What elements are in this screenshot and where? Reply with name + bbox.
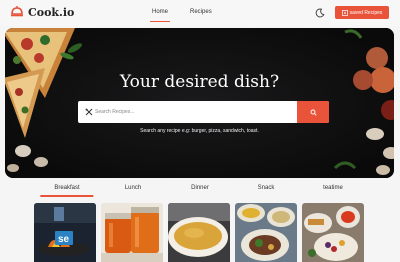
hero-title: Your desired dish? [119, 72, 280, 92]
search-hint: Search any recipe e.g: burger, pizza, sa… [140, 128, 259, 134]
recipe-card-image [302, 203, 364, 262]
chef-hat-icon [11, 6, 23, 17]
recipe-card-image [168, 203, 230, 262]
recipe-card[interactable]: se [34, 203, 96, 262]
recipe-card-image [235, 203, 297, 262]
tab-snack[interactable]: Snack [258, 185, 275, 191]
cutlery-icon [85, 108, 93, 116]
top-header: Cook.io Home Recipes saved Recipes [0, 0, 400, 26]
logo-text: Cook.io [28, 5, 75, 19]
recipe-card[interactable] [302, 203, 364, 262]
nav-home[interactable]: Home [149, 9, 171, 22]
search-button[interactable] [297, 101, 329, 123]
recipe-card-image: se [34, 203, 96, 262]
meal-type-tabs: Breakfast Lunch Dinner Snack teatime [0, 183, 400, 199]
moon-icon[interactable] [315, 8, 325, 18]
recipe-card-image [101, 203, 163, 262]
recipe-card[interactable] [101, 203, 163, 262]
saved-recipes-label: saved Recipes [349, 9, 383, 16]
search-icon [310, 109, 317, 116]
card-badge: se [58, 234, 70, 245]
tab-breakfast[interactable]: Breakfast [40, 185, 95, 197]
recipe-card[interactable] [235, 203, 297, 262]
search-input[interactable] [95, 105, 295, 119]
nav-recipes[interactable]: Recipes [190, 9, 212, 15]
tab-teatime[interactable]: teatime [323, 185, 343, 191]
main-nav: Home Recipes [149, 9, 212, 22]
tab-dinner[interactable]: Dinner [191, 185, 209, 191]
logo[interactable]: Cook.io [10, 5, 74, 19]
saved-recipes-button[interactable]: saved Recipes [335, 6, 389, 19]
recipe-card[interactable] [168, 203, 230, 262]
tab-lunch[interactable]: Lunch [125, 185, 141, 191]
bookmark-icon [341, 9, 348, 16]
hero-banner: Your desired dish? Search any recipe e.g… [5, 28, 394, 178]
recipe-search-bar [78, 101, 329, 123]
